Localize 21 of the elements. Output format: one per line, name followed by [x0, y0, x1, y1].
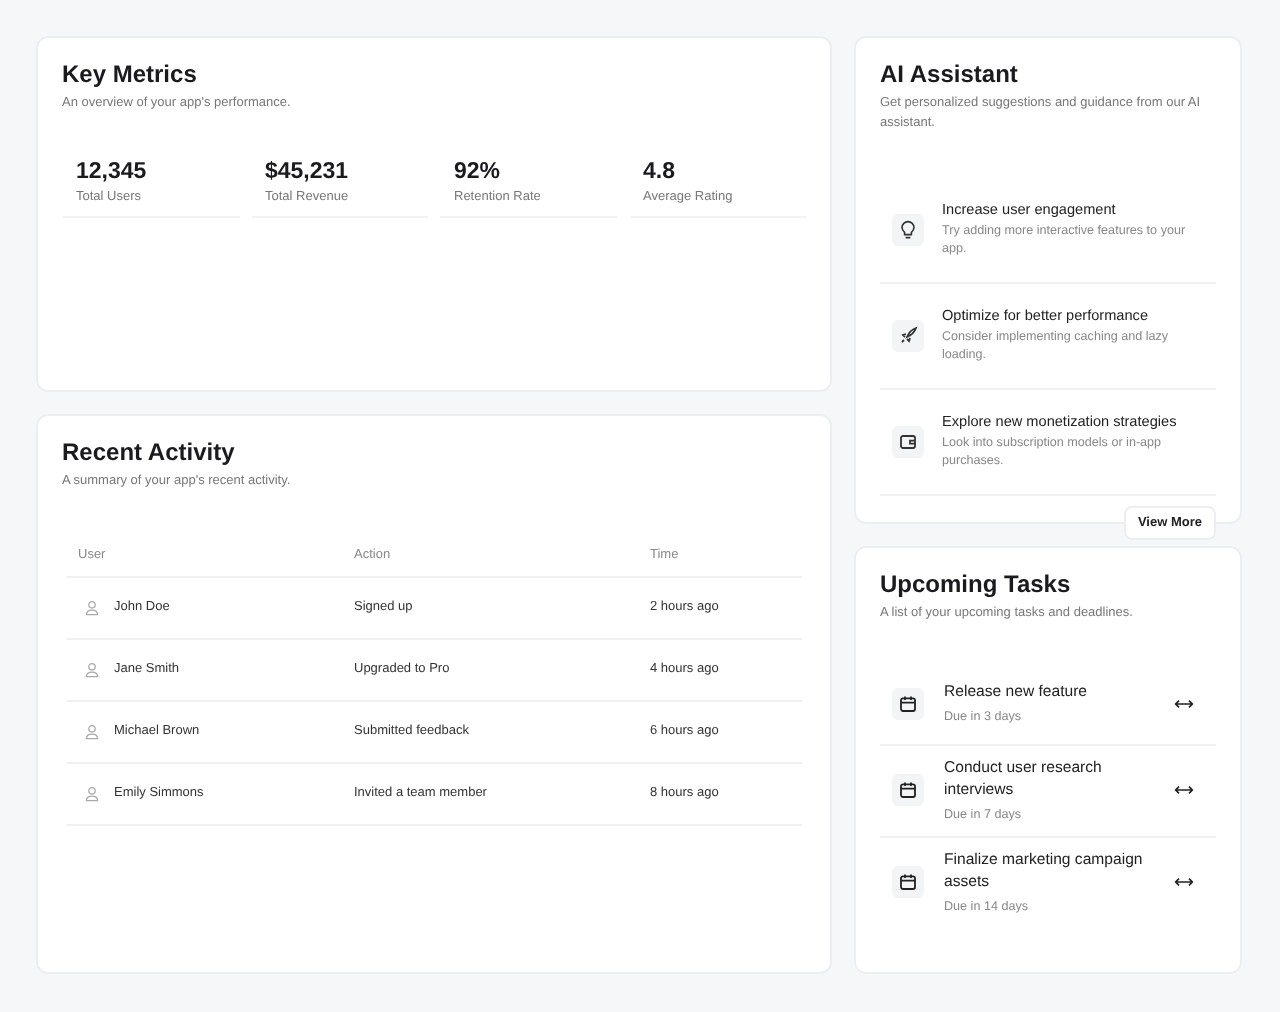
lightbulb-icon [898, 219, 918, 239]
calendar-icon [898, 693, 918, 714]
card-title: Recent Activity [62, 438, 237, 466]
double-arrow-icon[interactable] [1174, 697, 1194, 710]
calendar-icon [898, 780, 918, 801]
card-title: Key Metrics [62, 60, 199, 88]
user-icon [84, 723, 100, 740]
rocket-icon [898, 325, 918, 345]
double-arrow-icon[interactable] [1174, 876, 1194, 889]
wallet-icon [898, 431, 918, 451]
metric-value: $45,231 [265, 159, 351, 184]
metric-value: 92% [454, 159, 503, 184]
metric-value: 4.8 [643, 159, 677, 184]
card-title: AI Assistant [880, 60, 1020, 88]
card-title: Upcoming Tasks [880, 570, 1073, 598]
metric-value: 12,345 [76, 159, 149, 184]
user-icon [84, 661, 100, 678]
user-icon [84, 785, 100, 802]
user-icon [84, 599, 100, 616]
calendar-icon [898, 872, 918, 893]
double-arrow-icon[interactable] [1174, 784, 1194, 797]
